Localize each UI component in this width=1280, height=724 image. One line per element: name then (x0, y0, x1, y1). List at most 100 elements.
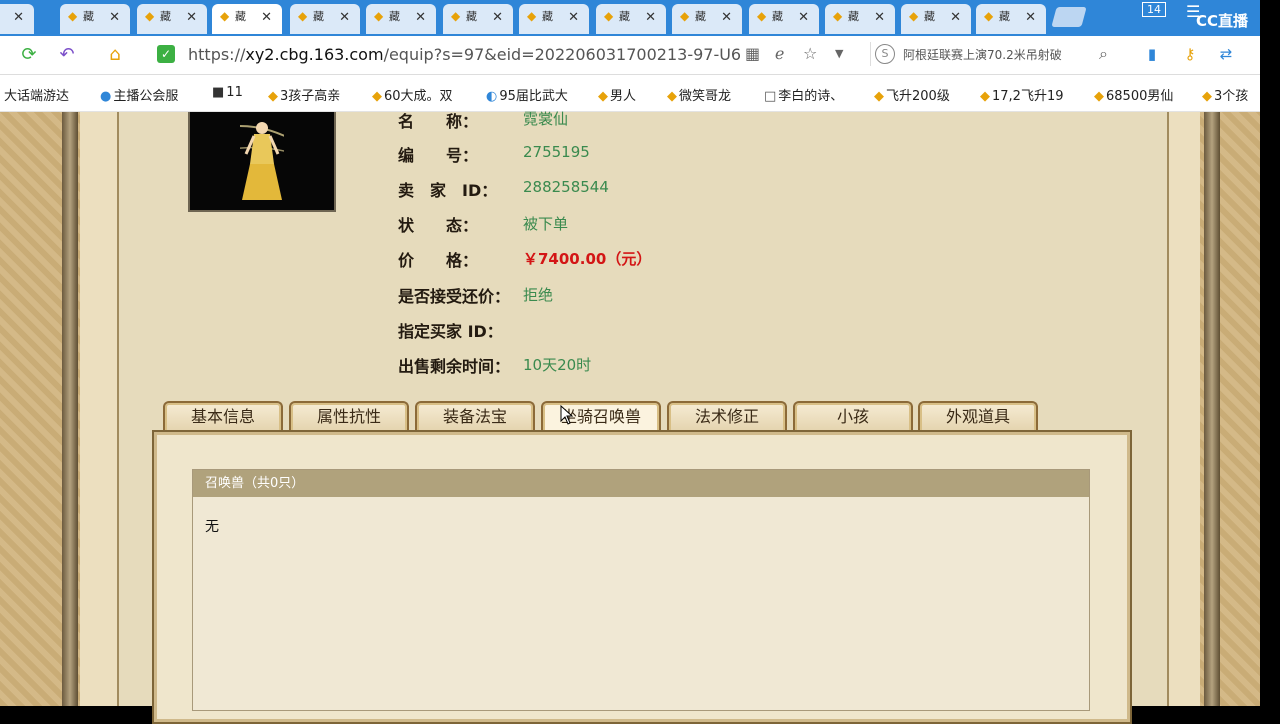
browser-tab-active[interactable]: ◆ 藏 ✕ (212, 4, 282, 34)
home-icon[interactable]: ⌂ (104, 44, 126, 66)
bookmark-icon: ◆ (372, 89, 382, 104)
bookmark-item[interactable]: ◆ 17,2飞升19 (980, 85, 1064, 104)
browser-tab[interactable]: 影✕ (0, 4, 34, 34)
favicon-icon: ◆ (757, 9, 767, 23)
browser-tab[interactable]: ◆ 藏 ✕ (443, 4, 513, 34)
bookmark-item[interactable]: ■ 11 (212, 85, 243, 100)
favicon-icon: ◆ (451, 9, 461, 23)
close-icon[interactable]: ✕ (568, 10, 579, 25)
browser-tab[interactable]: ◆ 藏 ✕ (519, 4, 589, 34)
qr-code-icon[interactable]: ▦ (745, 44, 760, 63)
bookmark-item[interactable]: ◆ 60大成。双 (372, 85, 453, 104)
tab-mounts-pets[interactable]: 坐骑召唤兽 (541, 401, 661, 433)
bookmark-item[interactable]: ● 主播公会服 (100, 85, 178, 104)
chevron-down-icon[interactable]: ▼ (835, 47, 843, 60)
browser-tab[interactable]: ◆ 藏 ✕ (290, 4, 360, 34)
favicon-icon: ◆ (984, 9, 994, 23)
browser-tab[interactable]: ◆ 藏 ✕ (137, 4, 207, 34)
tab-children[interactable]: 小孩 (793, 401, 913, 433)
browser-tab[interactable]: ◆ 藏 ✕ (901, 4, 971, 34)
close-icon[interactable]: ✕ (415, 10, 426, 25)
tab-title: 藏 (466, 10, 477, 23)
tab-title: 藏 (999, 10, 1010, 23)
browser-tab[interactable]: ◆ 藏 ✕ (366, 4, 436, 34)
close-icon[interactable]: ✕ (950, 10, 961, 25)
browser-tab[interactable]: ◆ 藏 ✕ (749, 4, 819, 34)
decorative-pillar (1204, 112, 1220, 706)
bookmark-item[interactable]: ◆ 68500男仙 (1094, 85, 1173, 104)
bookmark-item[interactable]: ◆ 3个孩 (1202, 85, 1248, 104)
browser-tab[interactable]: ◆ 藏 ✕ (825, 4, 895, 34)
close-icon[interactable]: ✕ (261, 10, 272, 25)
seller-id-value: 288258544 (523, 178, 609, 196)
translate-icon[interactable]: ℯ (775, 44, 784, 63)
bookmark-icon: ◆ (598, 89, 608, 104)
bookmark-icon: ◐ (486, 89, 498, 104)
tab-basic-info[interactable]: 基本信息 (163, 401, 283, 433)
pet-section: 召唤兽（共0只） 无 (192, 469, 1090, 711)
tab-title: 藏 (389, 10, 400, 23)
star-icon[interactable]: ☆ (803, 44, 817, 63)
bargain-value: 拒绝 (523, 286, 554, 304)
bookmark-item[interactable]: ◐ 95届比武大 (486, 85, 568, 104)
bookmark-item[interactable]: ◆ 飞升200级 (874, 85, 950, 104)
extension-icon[interactable]: ▮ (1142, 44, 1162, 64)
search-input[interactable]: 阿根廷联赛上演70.2米吊射破 (903, 46, 1093, 63)
tab-count-badge[interactable]: 14 (1142, 2, 1166, 17)
bookmark-label: 飞升200级 (886, 89, 950, 104)
right-black-bar (1260, 0, 1280, 720)
bookmark-icon: ◆ (1202, 89, 1212, 104)
close-icon[interactable]: ✕ (1025, 10, 1036, 25)
refresh-icon[interactable]: ⟳ (18, 44, 40, 66)
search-box[interactable]: S 阿根廷联赛上演70.2米吊射破 (870, 42, 1121, 66)
tab-title: 藏 (695, 10, 706, 23)
tab-attributes[interactable]: 属性抗性 (289, 401, 409, 433)
close-icon[interactable]: ✕ (798, 10, 809, 25)
browser-tab[interactable]: ◆ 藏 ✕ (596, 4, 666, 34)
search-engine-icon: S (875, 44, 895, 64)
search-icon[interactable]: ⌕ (1099, 44, 1108, 64)
bookmark-label: 李白的诗、 (778, 89, 844, 104)
tab-title: 藏 (235, 10, 246, 23)
bookmark-item[interactable]: ◆ 3孩子高亲 (268, 85, 340, 104)
tab-appearance[interactable]: 外观道具 (918, 401, 1038, 433)
bookmark-label: 11 (226, 85, 243, 100)
undo-icon[interactable]: ↶ (56, 44, 78, 66)
browser-tab[interactable]: ◆ 藏 ✕ (976, 4, 1046, 34)
tab-spell-modifiers[interactable]: 法术修正 (667, 401, 787, 433)
pet-section-body: 无 (205, 519, 219, 535)
bookmark-icon: □ (764, 89, 777, 104)
name-value: 霓裳仙 (523, 110, 569, 128)
browser-tab[interactable]: ◆ 藏 ✕ (60, 4, 130, 34)
browser-tab[interactable]: ◆ 藏 ✕ (672, 4, 742, 34)
close-icon[interactable]: ✕ (186, 10, 197, 25)
bookmark-item[interactable]: 大话端游达 (4, 85, 69, 104)
bookmark-item[interactable]: ◆ 男人 (598, 85, 636, 104)
id-value: 2755195 (523, 143, 590, 161)
remaining-time-label: 出售剩余时间： (398, 357, 511, 376)
tab-title: 藏 (313, 10, 324, 23)
close-icon[interactable]: ✕ (645, 10, 656, 25)
new-tab-button[interactable] (1051, 7, 1087, 27)
close-icon[interactable]: ✕ (721, 10, 732, 25)
close-icon[interactable]: ✕ (109, 10, 120, 25)
sidebar-toggle-icon[interactable]: ⇄ (1216, 44, 1236, 64)
favicon-icon: ◆ (527, 9, 537, 23)
tab-title: 藏 (924, 10, 935, 23)
close-icon[interactable]: ✕ (13, 10, 24, 25)
bookmarks-bar: 大话端游达 ● 主播公会服 ■ 11 ◆ 3孩子高亲 ◆ 60大成。双 ◐ 95届比武大 … (0, 75, 1260, 112)
bookmark-item[interactable]: ◆ 微笑哥龙 (667, 85, 731, 104)
close-icon[interactable]: ✕ (874, 10, 885, 25)
bookmark-label: 3个孩 (1214, 89, 1249, 104)
bookmark-label: 男人 (610, 89, 637, 104)
id-label: 编 号： (398, 146, 479, 165)
key-icon[interactable]: ⚷ (1180, 44, 1200, 64)
close-icon[interactable]: ✕ (492, 10, 503, 25)
tab-equipment[interactable]: 装备法宝 (415, 401, 535, 433)
bookmark-item[interactable]: □ 李白的诗、 (764, 85, 843, 104)
bookmark-label: 17,2飞升19 (992, 89, 1064, 104)
bookmark-icon: ◆ (980, 89, 990, 104)
url-host: xy2.cbg.163.com (245, 45, 384, 64)
close-icon[interactable]: ✕ (339, 10, 350, 25)
url-field[interactable]: https://xy2.cbg.163.com/equip?s=97&eid=2… (188, 45, 740, 64)
